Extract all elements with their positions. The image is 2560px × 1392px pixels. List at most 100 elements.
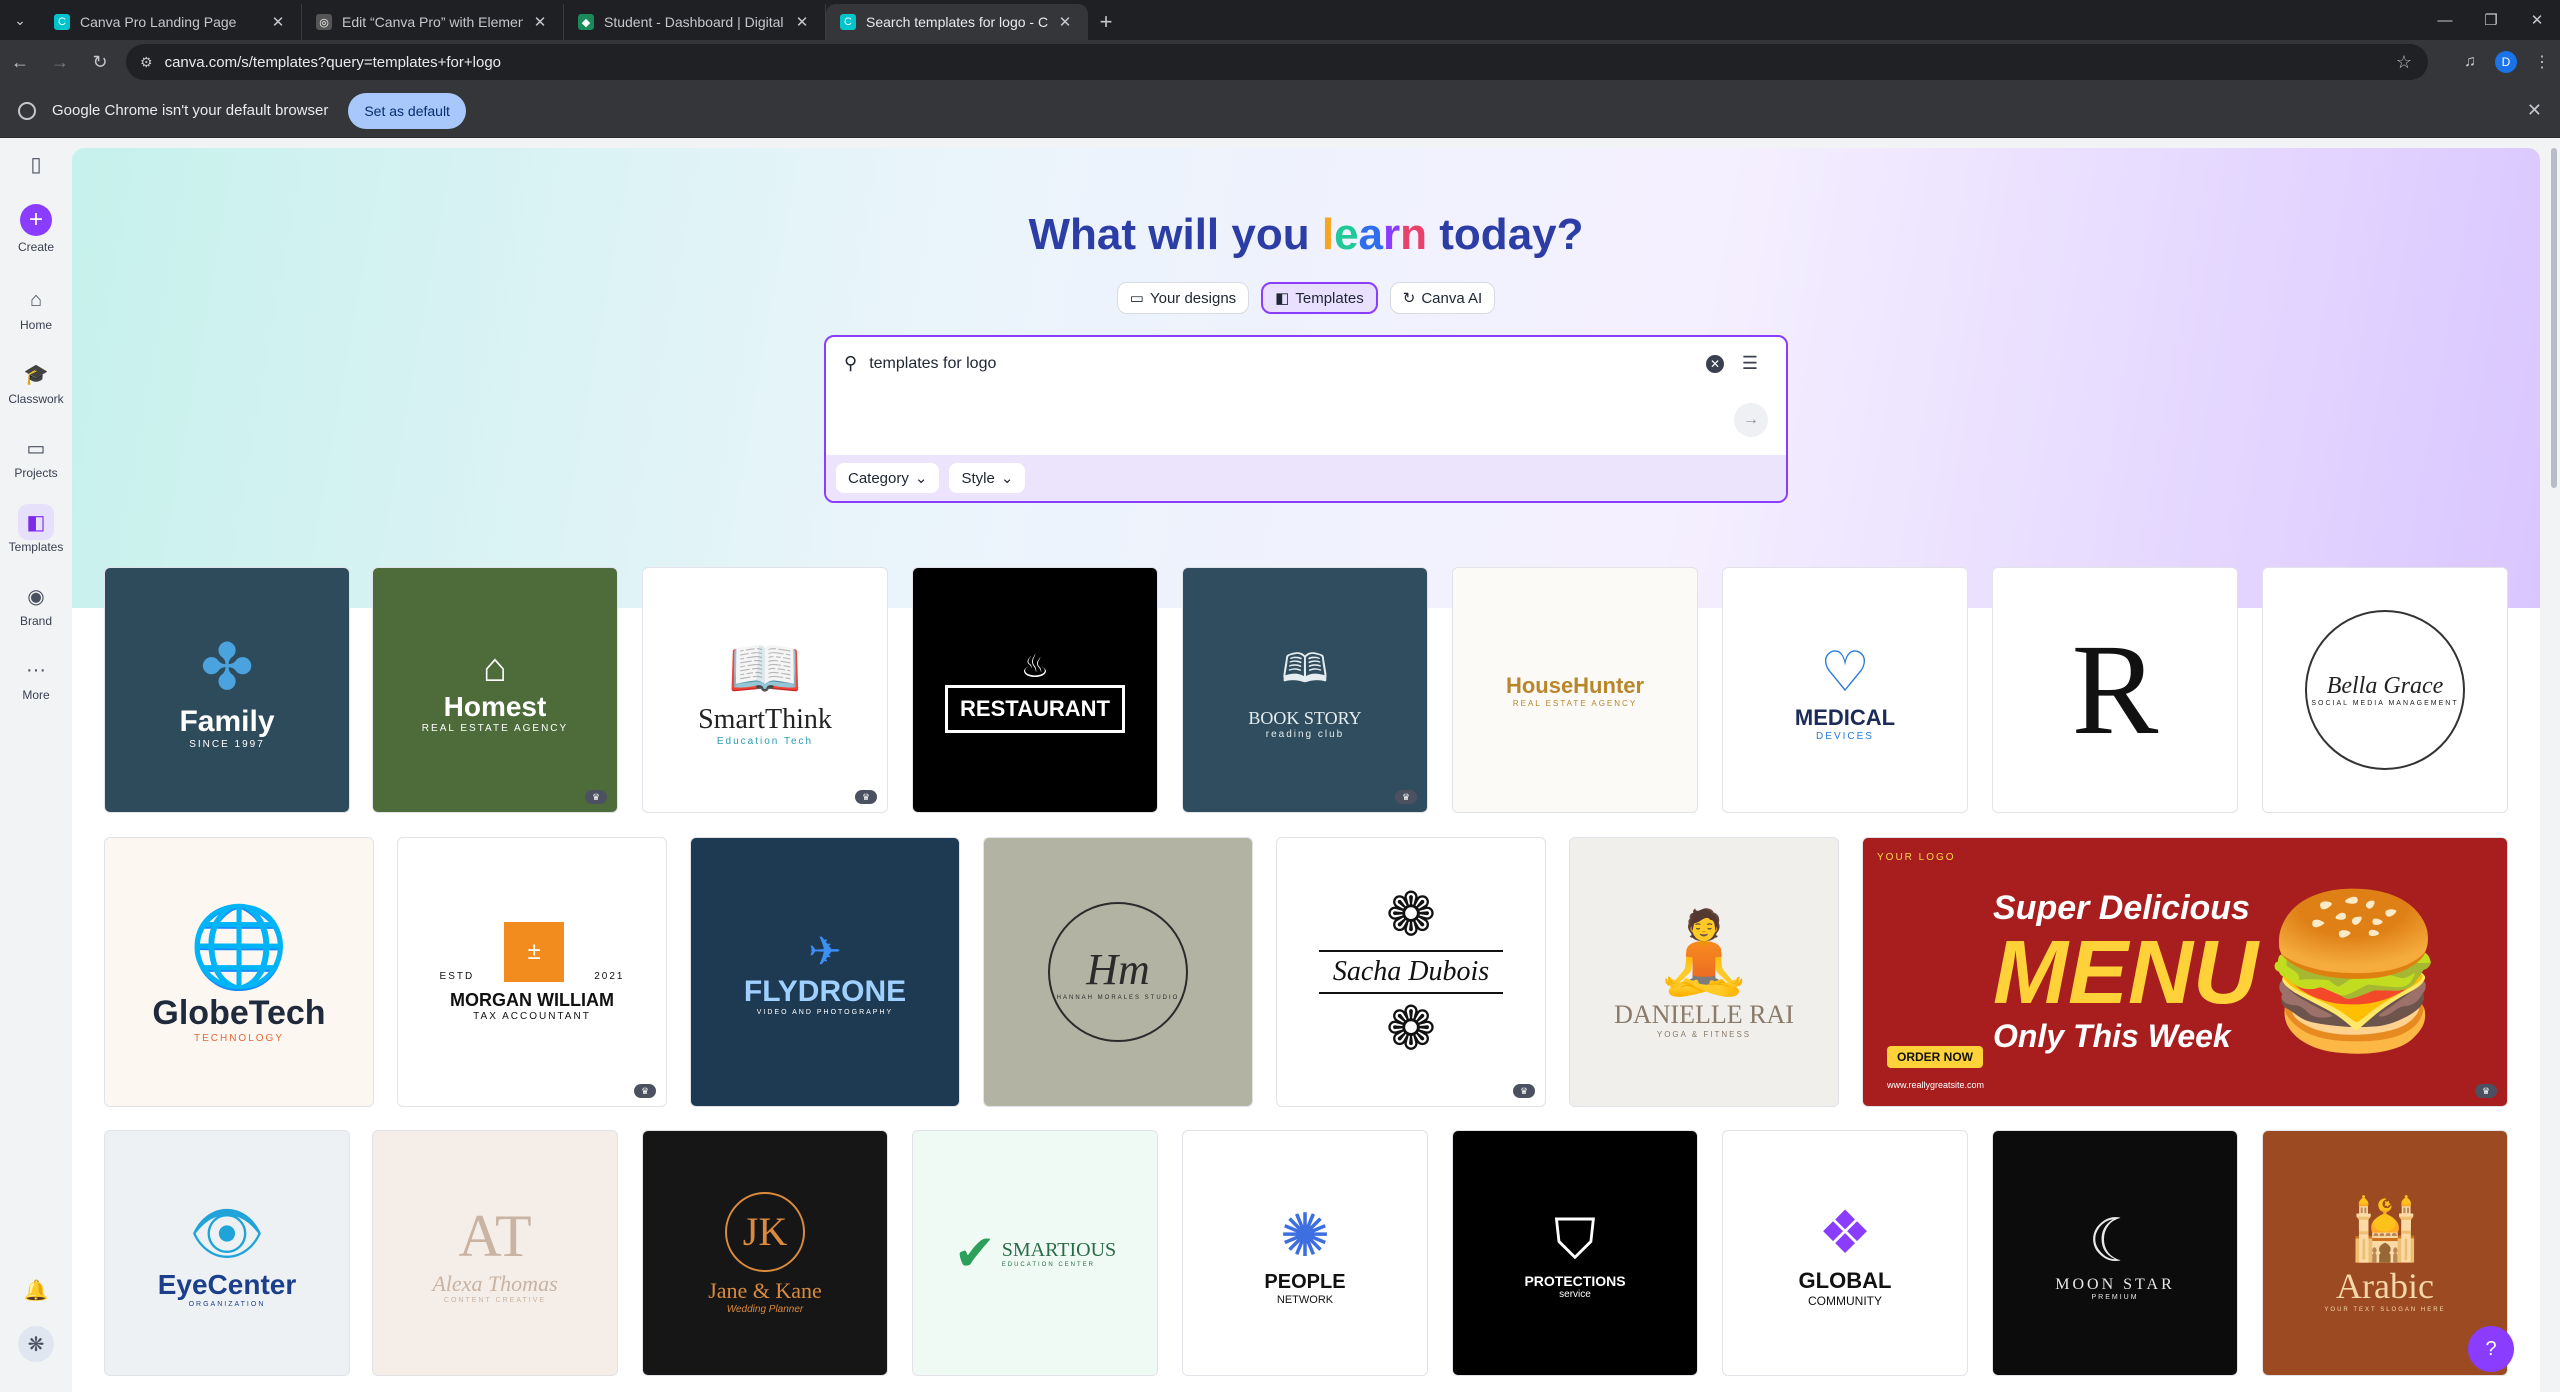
close-tab-icon[interactable]: ✕ (793, 13, 811, 31)
back-icon[interactable]: ← (0, 42, 40, 82)
site-info-icon[interactable]: ⚙ (140, 54, 153, 71)
template-title: PEOPLE (1264, 1270, 1346, 1293)
sidebar-item-home[interactable]: ⌂ Home (0, 282, 72, 333)
template-card[interactable]: ♡ MEDICAL DEVICES (1722, 567, 1968, 813)
submit-search-button[interactable]: → (1734, 403, 1768, 437)
shield-icon: ⛉ (1554, 1207, 1596, 1270)
template-card-wide[interactable]: YOUR LOGO Super Delicious MENU Only This… (1862, 837, 2508, 1107)
template-title: SmartThink (698, 704, 832, 735)
template-title: Homest (443, 691, 547, 722)
tab-your-designs[interactable]: ▭ Your designs (1116, 282, 1250, 314)
template-card[interactable]: ⛉ PROTECTIONS service (1452, 1130, 1698, 1376)
new-tab-button[interactable]: + (1088, 4, 1124, 40)
restore-icon[interactable]: ❐ (2468, 0, 2514, 40)
search-scope-tabs: ▭ Your designs ◧ Templates ↻ Canva AI (72, 282, 2540, 314)
template-card[interactable]: ❁ Sacha Dubois ❁ ♛ (1276, 837, 1546, 1107)
notifications-button[interactable]: 🔔 (0, 1272, 72, 1308)
brand-icon: ◉ (27, 585, 45, 608)
infobar-message: Google Chrome isn't your default browser (52, 102, 329, 119)
tab-templates[interactable]: ◧ Templates (1261, 282, 1378, 314)
template-card[interactable]: ⌂ Homest REAL ESTATE AGENCY ♛ (372, 567, 618, 813)
template-card[interactable]: ✤ Family SINCE 1997 (104, 567, 350, 813)
scrollbar-thumb[interactable] (2551, 148, 2557, 488)
template-card[interactable]: ESTD ± 2021 MORGAN WILLIAM TAX ACCOUNTAN… (397, 837, 667, 1107)
template-card[interactable]: Bella Grace SOCIAL MEDIA MANAGEMENT (2262, 567, 2508, 813)
tab-canva-ai[interactable]: ↻ Canva AI (1389, 282, 1496, 314)
close-tab-icon[interactable]: ✕ (269, 13, 287, 31)
template-card[interactable]: AT Alexa Thomas CONTENT CREATIVE (372, 1130, 618, 1376)
sidebar-item-create[interactable]: + Create (0, 204, 72, 254)
url-text[interactable]: canva.com/s/templates?query=templates+fo… (165, 54, 501, 71)
template-card[interactable]: ♨ RESTAURANT (912, 567, 1158, 813)
sidebar-item-label: Projects (14, 466, 58, 480)
home-icon: ⌂ (29, 288, 43, 311)
clear-search-icon[interactable]: ✕ (1706, 355, 1724, 373)
close-window-icon[interactable]: ✕ (2514, 0, 2560, 40)
sidebar-item-more[interactable]: ··· More (0, 652, 72, 703)
help-button[interactable]: ? (2468, 1326, 2514, 1372)
template-card[interactable]: HouseHunter REAL ESTATE AGENCY (1452, 567, 1698, 813)
media-controls-icon[interactable]: ♫ (2452, 44, 2488, 80)
template-card[interactable]: 📖 SmartThink Education Tech ♛ (642, 567, 888, 813)
template-title: MEDICAL (1794, 704, 1896, 730)
browser-tab[interactable]: ◎ Edit “Canva Pro” with Elementor ✕ (302, 4, 564, 40)
toggle-sidebar-button[interactable]: ▯ (0, 146, 72, 182)
help-icon: ? (2485, 1337, 2497, 1360)
close-tab-icon[interactable]: ✕ (531, 13, 549, 31)
template-title: MOON STAR (2055, 1275, 2175, 1293)
template-card[interactable]: ✔ SMARTIOUS EDUCATION CENTER (912, 1130, 1158, 1376)
template-card[interactable]: 🕮 BOOK STORY reading club ♛ (1182, 567, 1428, 813)
bookmark-star-icon[interactable]: ☆ (2396, 52, 2412, 73)
avatar-icon: ❋ (18, 1326, 54, 1362)
set-default-button[interactable]: Set as default (348, 92, 466, 129)
reload-icon[interactable]: ↻ (80, 42, 120, 82)
template-card[interactable]: ☾ MOON STAR PREMIUM (1992, 1130, 2238, 1376)
sidebar-item-label: Classwork (8, 392, 64, 406)
house-icon: ⌂ (482, 646, 508, 690)
close-infobar-icon[interactable]: ✕ (2527, 100, 2542, 121)
template-title: RESTAURANT (945, 685, 1125, 733)
globe-icon: 🌐 (189, 902, 289, 991)
template-title: FLYDRONE (743, 974, 907, 1008)
profile-avatar[interactable]: D (2495, 51, 2517, 73)
sidebar-item-classwork[interactable]: 🎓 Classwork (0, 356, 72, 407)
template-subtitle: YOGA & FITNESS (1656, 1029, 1752, 1039)
filter-chip-bar: Category ⌄ Style ⌄ (826, 455, 1786, 501)
template-subtitle: CONTENT CREATIVE (443, 1297, 547, 1304)
template-card[interactable]: ✺ PEOPLE NETWORK (1182, 1130, 1428, 1376)
sidebar-item-brand[interactable]: ◉ Brand (0, 578, 72, 629)
address-bar[interactable]: ⚙ canva.com/s/templates?query=templates+… (126, 44, 2428, 80)
minimize-icon[interactable]: — (2422, 0, 2468, 40)
template-title: GLOBAL (1798, 1268, 1892, 1293)
template-title: BOOK STORY (1248, 708, 1362, 728)
circular-badge: Bella Grace SOCIAL MEDIA MANAGEMENT (2305, 610, 2465, 770)
template-card[interactable]: R (1992, 567, 2238, 813)
forward-icon[interactable]: → (40, 42, 80, 82)
heart-cross-icon: ♡ (1819, 639, 1871, 703)
search-input[interactable]: templates for logo (869, 355, 996, 373)
style-dropdown[interactable]: Style ⌄ (949, 463, 1026, 493)
browser-tab[interactable]: C Canva Pro Landing Page ✕ (40, 4, 302, 40)
browser-tab[interactable]: ◆ Student - Dashboard | Digital T ✕ (564, 4, 826, 40)
page-scrollbar[interactable] (2548, 138, 2560, 1392)
template-card[interactable]: 🌐 GlobeTech TECHNOLOGY (104, 837, 374, 1107)
category-dropdown[interactable]: Category ⌄ (836, 463, 940, 493)
close-tab-icon[interactable]: ✕ (1056, 13, 1074, 31)
template-card[interactable]: Hm HANNAH MORALES STUDIO (983, 837, 1253, 1107)
chrome-menu-icon[interactable]: ⋮ (2524, 44, 2560, 80)
tab-search-icon[interactable]: ⌄ (0, 0, 40, 40)
template-card[interactable]: 👁 EyeCenter ORGANIZATION (104, 1130, 350, 1376)
account-avatar[interactable]: ❋ (0, 1326, 72, 1362)
template-card[interactable]: ❖ GLOBAL COMMUNITY (1722, 1130, 1968, 1376)
template-card[interactable]: 🧘 DANIELLE RAI YOGA & FITNESS (1569, 837, 1839, 1107)
template-card[interactable]: JK Jane & Kane Wedding Planner (642, 1130, 888, 1376)
sidebar-item-projects[interactable]: ▭ Projects (0, 430, 72, 481)
pro-badge-icon: ♛ (2475, 1084, 2497, 1098)
template-tagline: Only This Week (1993, 1018, 2231, 1054)
template-card[interactable]: ✈ FLYDRONE VIDEO AND PHOTOGRAPHY (690, 837, 960, 1107)
sidebar-item-templates[interactable]: ◧ Templates (0, 504, 72, 554)
template-subtitle: TECHNOLOGY (193, 1033, 284, 1044)
filter-icon[interactable]: ☰ (1742, 353, 1758, 374)
browser-tab-active[interactable]: C Search templates for logo - Can ✕ (826, 4, 1088, 40)
template-title: Family (179, 705, 275, 738)
